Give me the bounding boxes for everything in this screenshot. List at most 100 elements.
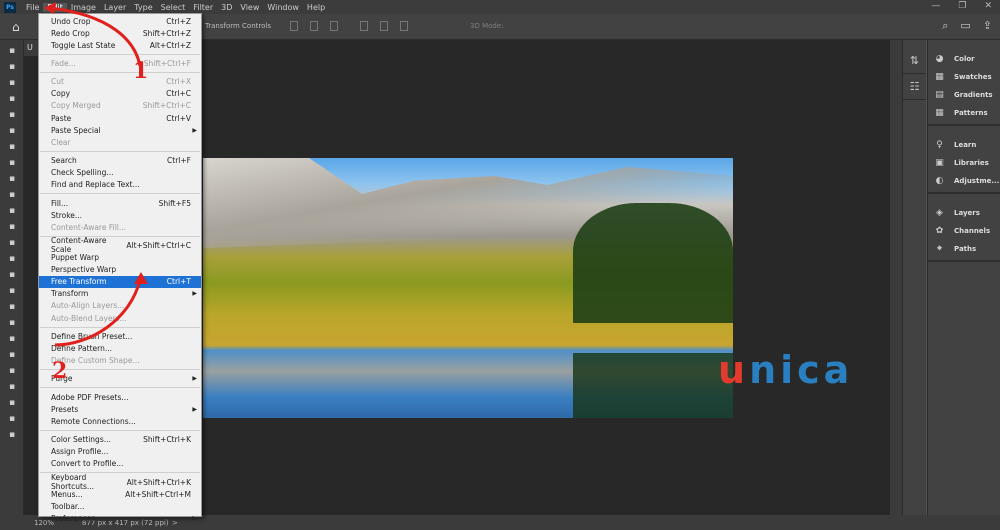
lasso-tool-icon[interactable]: ▪ bbox=[6, 78, 18, 88]
patterns-icon: ▦ bbox=[935, 108, 944, 118]
menu-item-content-aware-scale[interactable]: Content-Aware Scale Alt+Shift+Ctrl+C bbox=[39, 236, 201, 254]
hand-tool-icon[interactable]: ▪ bbox=[6, 350, 18, 360]
panel-layers[interactable]: ◈ Layers bbox=[928, 204, 1000, 222]
menu-help[interactable]: Help bbox=[303, 3, 329, 12]
more-tool-icon[interactable]: ▪ bbox=[6, 382, 18, 392]
quick-mask-tool-icon[interactable]: ▪ bbox=[6, 414, 18, 424]
align-icon[interactable] bbox=[380, 21, 388, 31]
menu-item-label: Puppet Warp bbox=[51, 253, 99, 263]
menu-item-define-pattern[interactable]: Define Pattern... bbox=[39, 342, 201, 354]
pen-tool-icon[interactable]: ▪ bbox=[6, 286, 18, 296]
brush-tool-icon[interactable]: ▪ bbox=[6, 174, 18, 184]
menu-layer[interactable]: Layer bbox=[100, 3, 130, 12]
panel-adjustme[interactable]: ◐ Adjustme... bbox=[928, 172, 1000, 190]
panel-label: Paths bbox=[954, 245, 977, 253]
screen-mode-tool-icon[interactable]: ▪ bbox=[6, 430, 18, 440]
healing-tool-icon[interactable]: ▪ bbox=[6, 158, 18, 168]
menu-separator bbox=[40, 193, 200, 195]
menu-item-paste[interactable]: Paste Ctrl+V bbox=[39, 112, 201, 124]
menu-item-puppet-warp[interactable]: Puppet Warp bbox=[39, 252, 201, 264]
menu-item-perspective-warp[interactable]: Perspective Warp bbox=[39, 264, 201, 276]
frame-tool-icon[interactable]: ▪ bbox=[6, 126, 18, 136]
panel-collapse-strip bbox=[890, 40, 902, 515]
submenu-arrow-icon: ▶ bbox=[192, 514, 197, 522]
menu-item-convert-to-profile[interactable]: Convert to Profile... bbox=[39, 458, 201, 470]
menu-item-paste-special[interactable]: Paste Special ▶ bbox=[39, 124, 201, 136]
panel-gradients[interactable]: ▤ Gradients bbox=[928, 86, 1000, 104]
rectangle-tool-icon[interactable]: ▪ bbox=[6, 334, 18, 344]
properties-icon[interactable]: ☷ bbox=[903, 74, 926, 100]
quick-select-tool-icon[interactable]: ▪ bbox=[6, 94, 18, 104]
menu-item-define-brush-preset[interactable]: Define Brush Preset... bbox=[39, 330, 201, 342]
blur-tool-icon[interactable]: ▪ bbox=[6, 254, 18, 264]
home-icon[interactable]: ⌂ bbox=[12, 20, 20, 34]
zoom-tool-icon[interactable]: ▪ bbox=[6, 366, 18, 376]
align-icon[interactable] bbox=[400, 21, 408, 31]
menu-item-undo-crop[interactable]: Undo Crop Ctrl+Z bbox=[39, 15, 201, 27]
menu-item-presets[interactable]: Presets ▶ bbox=[39, 403, 201, 415]
menu-item-remote-connections[interactable]: Remote Connections... bbox=[39, 415, 201, 427]
eyedropper-tool-icon[interactable]: ▪ bbox=[6, 142, 18, 152]
menu-item-search[interactable]: Search Ctrl+F bbox=[39, 155, 201, 167]
panel-libraries[interactable]: ▣ Libraries bbox=[928, 154, 1000, 172]
menu-item-label: Auto-Blend Layers... bbox=[51, 313, 127, 323]
panel-swatches[interactable]: ▦ Swatches bbox=[928, 68, 1000, 86]
align-icon[interactable] bbox=[310, 21, 318, 31]
menu-item-menus[interactable]: Menus... Alt+Shift+Ctrl+M bbox=[39, 488, 201, 500]
history-brush-tool-icon[interactable]: ▪ bbox=[6, 206, 18, 216]
share-icon[interactable]: ⇪ bbox=[983, 19, 992, 33]
search-icon[interactable]: ⌕ bbox=[942, 19, 948, 33]
panel-channels[interactable]: ✿ Channels bbox=[928, 222, 1000, 240]
menu-item-color-settings[interactable]: Color Settings... Shift+Ctrl+K bbox=[39, 434, 201, 446]
path-select-tool-icon[interactable]: ▪ bbox=[6, 318, 18, 328]
menu-item-stroke[interactable]: Stroke... bbox=[39, 209, 201, 221]
panel-patterns[interactable]: ▦ Patterns bbox=[928, 104, 1000, 122]
menu-image[interactable]: Image bbox=[67, 3, 100, 12]
menu-item-label: Fill... bbox=[51, 198, 69, 208]
menu-item-copy[interactable]: Copy Ctrl+C bbox=[39, 88, 201, 100]
panel-paths[interactable]: ⌖ Paths bbox=[928, 240, 1000, 258]
align-icon[interactable] bbox=[360, 21, 368, 31]
menu-item-toggle-last-state[interactable]: Toggle Last State Alt+Ctrl+Z bbox=[39, 39, 201, 51]
transform-controls-label[interactable]: Transform Controls bbox=[205, 22, 271, 30]
document-tab[interactable]: U bbox=[24, 40, 38, 56]
menu-item-redo-crop[interactable]: Redo Crop Shift+Ctrl+Z bbox=[39, 27, 201, 39]
menu-item-label: Transform bbox=[51, 289, 89, 299]
eraser-tool-icon[interactable]: ▪ bbox=[6, 222, 18, 232]
menu-item-assign-profile[interactable]: Assign Profile... bbox=[39, 446, 201, 458]
crop-tool-icon[interactable]: ▪ bbox=[6, 110, 18, 120]
menu-item-preferences[interactable]: Preferences ▶ bbox=[39, 512, 201, 524]
menu-item-check-spelling[interactable]: Check Spelling... bbox=[39, 167, 201, 179]
menu-file[interactable]: File bbox=[22, 3, 43, 12]
type-tool-icon[interactable]: ▪ bbox=[6, 302, 18, 312]
menu-window[interactable]: Window bbox=[263, 3, 303, 12]
align-icon[interactable] bbox=[290, 21, 298, 31]
menu-item-free-transform[interactable]: Free Transform Ctrl+T bbox=[39, 275, 201, 288]
dodge-tool-icon[interactable]: ▪ bbox=[6, 270, 18, 280]
marquee-tool-icon[interactable]: ▪ bbox=[6, 62, 18, 72]
menu-type[interactable]: Type bbox=[130, 3, 156, 12]
menu-filter[interactable]: Filter bbox=[189, 3, 217, 12]
clone-tool-icon[interactable]: ▪ bbox=[6, 190, 18, 200]
align-icon[interactable] bbox=[330, 21, 338, 31]
menu-item-transform[interactable]: Transform ▶ bbox=[39, 288, 201, 300]
panel-learn[interactable]: ♀ Learn bbox=[928, 136, 1000, 154]
close-icon[interactable]: ✕ bbox=[984, 1, 992, 11]
panel-color[interactable]: ◕ Color bbox=[928, 50, 1000, 68]
minimize-icon[interactable]: — bbox=[931, 1, 940, 11]
history-icon[interactable]: ⇅ bbox=[903, 48, 926, 74]
colors-tool-icon[interactable]: ▪ bbox=[6, 398, 18, 408]
menu-item-find-and-replace-text[interactable]: Find and Replace Text... bbox=[39, 179, 201, 191]
menu-item-adobe-pdf-presets[interactable]: Adobe PDF Presets... bbox=[39, 391, 201, 403]
workspace-icon[interactable]: ▭ bbox=[960, 19, 970, 33]
menu-select[interactable]: Select bbox=[157, 3, 190, 12]
menu-view[interactable]: View bbox=[236, 3, 263, 12]
menu-3d[interactable]: 3D bbox=[217, 3, 236, 12]
move-tool-icon[interactable]: ▪ bbox=[6, 46, 18, 56]
menu-item-toolbar[interactable]: Toolbar... bbox=[39, 500, 201, 512]
gradient-tool-icon[interactable]: ▪ bbox=[6, 238, 18, 248]
menu-item-fill[interactable]: Fill... Shift+F5 bbox=[39, 197, 201, 209]
menu-edit[interactable]: Edit bbox=[43, 2, 67, 12]
restore-icon[interactable]: ❐ bbox=[958, 1, 966, 11]
menu-item-keyboard-shortcuts[interactable]: Keyboard Shortcuts... Alt+Shift+Ctrl+K bbox=[39, 473, 201, 491]
